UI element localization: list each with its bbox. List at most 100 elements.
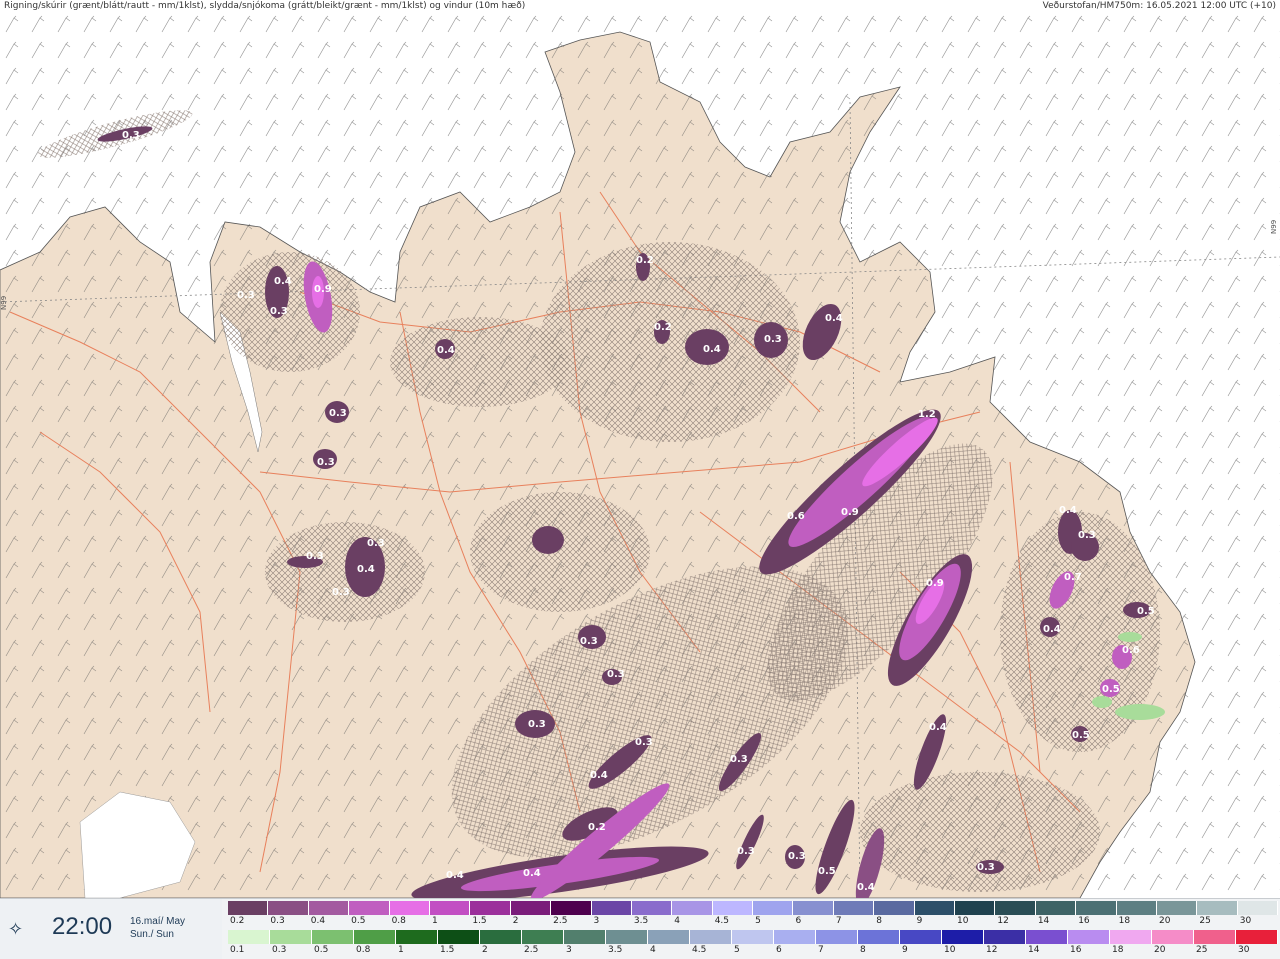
rain_scale-swatch bbox=[1194, 930, 1236, 944]
svg-text:0.2: 0.2 bbox=[588, 822, 606, 833]
snow_scale-swatch bbox=[833, 901, 875, 915]
rain-scale-labels: 0.1 0.3 0.5 0.8 1 1.5 2 2.5 3 3.5 4 4.5 5 6 7 8 9 10 12 14 1… bbox=[228, 945, 1278, 957]
svg-text:0.4: 0.4 bbox=[1059, 505, 1077, 516]
forecast-date-line1: 16.maí/ May bbox=[130, 916, 186, 927]
rain_scale-label: 14 bbox=[1028, 945, 1040, 955]
model-run-info: Veðurstofan/HM750m: 16.05.2021 12:00 UTC… bbox=[1042, 1, 1276, 11]
snow_scale-label: 14 bbox=[1037, 916, 1050, 926]
snow_scale-label: 25 bbox=[1199, 916, 1211, 926]
svg-text:0.3: 0.3 bbox=[764, 334, 782, 345]
snow_scale-label: 0.5 bbox=[351, 916, 366, 926]
rain_scale-label: 3 bbox=[566, 945, 572, 955]
rain_scale-swatch bbox=[816, 930, 858, 944]
footer-panel: ✧ 22:00 16.maí/ May Sun./ Sun 0.2 0.3 0.4 0… bbox=[0, 898, 1280, 959]
svg-text:0.3: 0.3 bbox=[1078, 530, 1096, 541]
snow_scale-label: 4.5 bbox=[714, 916, 730, 926]
svg-text:0.3: 0.3 bbox=[737, 846, 755, 857]
svg-text:0.7: 0.7 bbox=[1064, 572, 1082, 583]
snow_scale-label: 1 bbox=[431, 916, 438, 926]
snow_scale-swatch bbox=[1237, 901, 1279, 915]
latitude-label-right: N99 bbox=[1270, 220, 1278, 234]
snow_scale-label: 3 bbox=[593, 916, 600, 926]
svg-text:1.2: 1.2 bbox=[918, 409, 936, 420]
snow_scale-label: 9 bbox=[916, 916, 923, 926]
rain_scale-label: 12 bbox=[986, 945, 998, 955]
snow_scale-label: 16 bbox=[1078, 916, 1090, 926]
snow_scale-label: 0.4 bbox=[310, 916, 326, 926]
svg-text:0.9: 0.9 bbox=[314, 284, 332, 295]
rain_scale-swatch bbox=[1068, 930, 1110, 944]
svg-text:0.3: 0.3 bbox=[122, 130, 140, 141]
rain_scale-swatch bbox=[438, 930, 480, 944]
rain_scale-label: 30 bbox=[1238, 945, 1250, 955]
svg-text:0.3: 0.3 bbox=[237, 290, 255, 301]
snow_scale-swatch bbox=[308, 901, 350, 915]
forecast-date-line2: Sun./ Sun bbox=[130, 929, 174, 940]
rain_scale-label: 2.5 bbox=[524, 945, 539, 955]
svg-text:0.4: 0.4 bbox=[703, 344, 721, 355]
rain_scale-label: 18 bbox=[1112, 945, 1124, 955]
svg-text:0.3: 0.3 bbox=[977, 862, 995, 873]
svg-text:0.3: 0.3 bbox=[332, 587, 350, 598]
svg-text:0.4: 0.4 bbox=[437, 345, 455, 356]
rain_scale-swatch bbox=[1236, 930, 1278, 944]
snow_scale-swatch bbox=[753, 901, 794, 915]
rain_scale-label: 4.5 bbox=[692, 945, 707, 955]
svg-text:0.5: 0.5 bbox=[1102, 684, 1120, 695]
rain_scale-label: 0.8 bbox=[356, 945, 371, 955]
rain_scale-label: 5 bbox=[734, 945, 740, 955]
svg-text:0.3: 0.3 bbox=[367, 538, 385, 549]
snow_scale-swatch bbox=[874, 901, 915, 915]
rain_scale-label: 9 bbox=[902, 945, 908, 955]
rain_scale-label: 8 bbox=[860, 945, 866, 955]
snow_scale-swatch bbox=[389, 901, 430, 915]
snow_scale-swatch bbox=[793, 901, 834, 915]
rain_scale-swatch bbox=[606, 930, 648, 944]
snow_scale-label: 0.2 bbox=[230, 916, 245, 926]
snow_scale-label: 5 bbox=[755, 916, 761, 926]
svg-text:0.3: 0.3 bbox=[580, 636, 598, 647]
svg-text:0.4: 0.4 bbox=[929, 722, 947, 733]
rain_scale-label: 1.5 bbox=[440, 945, 455, 955]
svg-text:0.3: 0.3 bbox=[607, 669, 625, 680]
snow_scale-swatch bbox=[955, 901, 996, 915]
snow_scale-label: 30 bbox=[1239, 916, 1252, 926]
rain_scale-swatch bbox=[690, 930, 732, 944]
snow_scale-swatch bbox=[1197, 901, 1238, 915]
svg-text:0.2: 0.2 bbox=[636, 255, 654, 266]
svg-text:0.4: 0.4 bbox=[274, 276, 292, 287]
svg-text:0.3: 0.3 bbox=[329, 408, 347, 419]
rain_scale-label: 0.5 bbox=[314, 945, 329, 955]
snow_scale-swatch bbox=[672, 901, 713, 915]
rain_scale-swatch bbox=[858, 930, 900, 944]
snow_scale-swatch bbox=[1116, 901, 1157, 915]
svg-text:0.4: 0.4 bbox=[825, 313, 843, 324]
rain_scale-label: 16 bbox=[1070, 945, 1082, 955]
rain_scale-label: 7 bbox=[818, 945, 824, 955]
svg-text:0.4: 0.4 bbox=[357, 564, 375, 575]
snow_scale-label: 2 bbox=[512, 916, 519, 926]
rain_scale-label: 0.3 bbox=[272, 945, 287, 955]
snow_scale-label: 0.8 bbox=[391, 916, 406, 926]
snow_scale-label: 4 bbox=[674, 916, 681, 926]
map-title: Rigning/skúrir (grænt/blátt/rautt - mm/1… bbox=[4, 1, 526, 11]
snow_scale-swatch bbox=[995, 901, 1036, 915]
snow_scale-swatch bbox=[712, 901, 754, 915]
svg-text:0.4: 0.4 bbox=[523, 868, 541, 879]
rain_scale-label: 2 bbox=[482, 945, 488, 955]
rain_scale-label: 6 bbox=[776, 945, 782, 955]
rain_scale-swatch bbox=[1152, 930, 1194, 944]
snow_scale-label: 3.5 bbox=[633, 916, 649, 926]
svg-text:0.5: 0.5 bbox=[1072, 730, 1090, 741]
rain_scale-label: 25 bbox=[1196, 945, 1208, 955]
rain_scale-label: 1 bbox=[398, 945, 404, 955]
forecast-time-box[interactable]: ✧ 22:00 16.maí/ May Sun./ Sun bbox=[0, 899, 222, 959]
svg-text:0.3: 0.3 bbox=[306, 551, 324, 562]
snow_scale-swatch bbox=[349, 901, 390, 915]
svg-text:0.4: 0.4 bbox=[446, 870, 464, 881]
snow_scale-label: 2.5 bbox=[553, 916, 568, 926]
rain_scale-swatch bbox=[1026, 930, 1068, 944]
weather-map[interactable]: N99 N99 0.3 0.4 0.9 0.3 0.3 0.4 0.3 0.3 … bbox=[0, 12, 1280, 898]
svg-text:0.3: 0.3 bbox=[270, 306, 288, 317]
rain_scale-swatch bbox=[354, 930, 396, 944]
